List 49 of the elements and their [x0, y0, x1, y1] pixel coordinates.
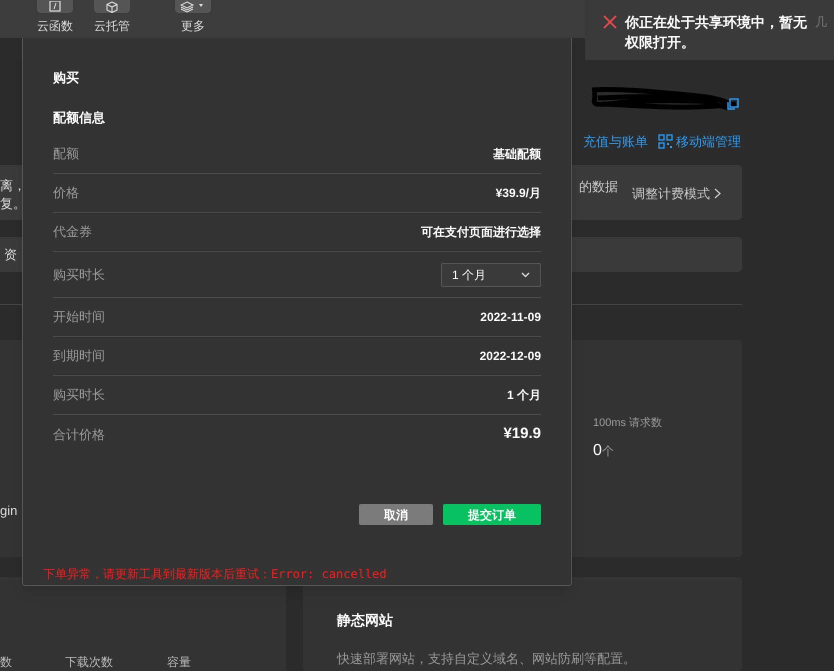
duration-select[interactable]: 1 个月 — [441, 262, 541, 286]
toolbar-button[interactable]: 更多 — [171, 0, 215, 35]
field-value: 基础配额 — [493, 146, 541, 163]
field-label: 到期时间 — [53, 347, 105, 366]
field-value: 可在支付页面进行选择 — [421, 224, 541, 241]
adjust-billing-link[interactable]: 调整计费模式 — [632, 184, 721, 204]
column-header: 容量 — [167, 654, 191, 671]
total-price: ¥19.9 — [503, 424, 541, 444]
field-label: 价格 — [53, 184, 79, 202]
toolbar-button[interactable]: 云托管 — [90, 0, 134, 35]
layers-icon — [180, 1, 206, 13]
chevron-down-icon — [521, 272, 530, 278]
card-text: 资 — [4, 246, 17, 264]
section-title: 配额信息 — [53, 108, 106, 126]
card-text: gin — [0, 502, 18, 520]
field-label: 合计价格 — [53, 426, 105, 444]
close-icon[interactable] — [603, 15, 617, 29]
card-description: 快速部署网站，支持自定义域名、网站防刷等配置。 — [337, 650, 637, 668]
metric-value: 0个 — [593, 441, 614, 461]
field-value: 1 个月 — [506, 387, 541, 404]
column-header: 数 — [0, 654, 12, 671]
card-text: 复。 — [0, 195, 26, 213]
copy-icon[interactable] — [727, 98, 739, 110]
dialog-title: 购买 — [53, 69, 80, 87]
field-value: 2022-12-09 — [480, 348, 541, 365]
field-label: 代金券 — [53, 223, 92, 242]
cube-icon — [105, 1, 119, 13]
field-label: 开始时间 — [53, 308, 105, 326]
column-header: 下载次数 — [65, 654, 113, 671]
field-value: ¥39.9/月 — [496, 185, 541, 202]
notification-text: 几 — [815, 14, 827, 31]
field-value: 2022-11-09 — [480, 309, 541, 326]
field-label: 购买时长 — [53, 386, 105, 404]
qr-code-icon — [658, 134, 673, 150]
function-icon — [48, 1, 62, 13]
error-message: 下单异常，请更新工具到最新版本后重试：Error: cancelled — [43, 566, 388, 583]
cancel-button[interactable]: 取消 — [359, 504, 433, 525]
field-label: 配额 — [53, 145, 79, 164]
field-label: 购买时长 — [53, 266, 105, 284]
metric-label: 100ms 请求数 — [593, 416, 662, 431]
notification-text: 权限打开。 — [625, 33, 696, 52]
billing-link[interactable]: 充值与账单 — [583, 132, 648, 152]
card-title: 静态网站 — [337, 611, 394, 630]
card-text: 离， — [0, 177, 26, 195]
notification-text: 你正在处于共享环境中，暂无 — [625, 13, 807, 32]
card-text: 的数据 — [579, 178, 618, 196]
toolbar-button[interactable]: 云函数 — [33, 0, 77, 35]
chevron-right-icon — [714, 188, 721, 200]
mobile-management-link[interactable]: 移动端管理 — [676, 132, 741, 152]
